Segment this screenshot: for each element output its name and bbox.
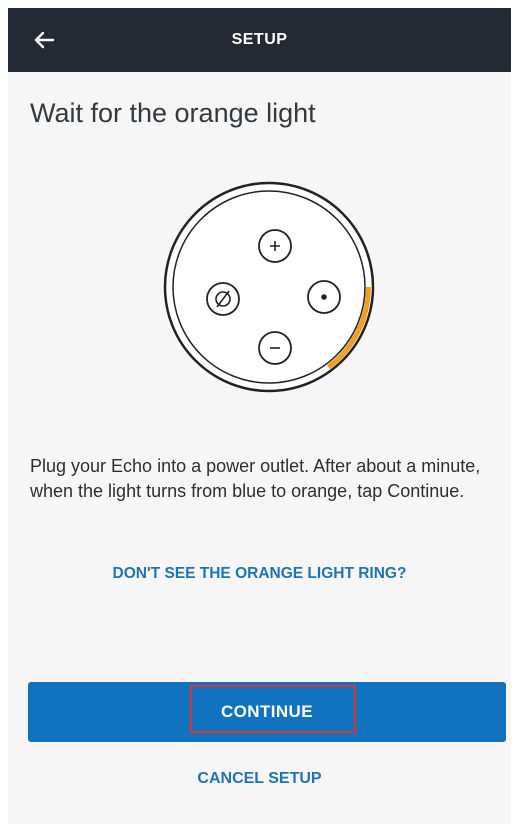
cancel-setup-link[interactable]: CANCEL SETUP	[8, 770, 511, 788]
arrow-left-icon	[34, 31, 55, 49]
continue-button[interactable]: CONTINUE	[28, 682, 506, 742]
orange-light-help-link[interactable]: DON'T SEE THE ORANGE LIGHT RING?	[8, 565, 511, 583]
continue-button-label: CONTINUE	[221, 702, 313, 721]
page-title: SETUP	[231, 31, 288, 48]
plus-icon	[258, 229, 292, 263]
minus-icon	[258, 331, 292, 365]
step-heading: Wait for the orange light	[30, 98, 316, 128]
action-dot-icon	[307, 280, 341, 314]
microphone-off-icon	[206, 282, 240, 316]
setup-screen: SETUP Wait for the orange light Plug you…	[8, 8, 511, 824]
back-button[interactable]	[28, 24, 60, 56]
echo-device-illustration	[163, 181, 375, 393]
top-bar: SETUP	[8, 8, 511, 72]
instructions-text: Plug your Echo into a power outlet. Afte…	[30, 456, 481, 501]
